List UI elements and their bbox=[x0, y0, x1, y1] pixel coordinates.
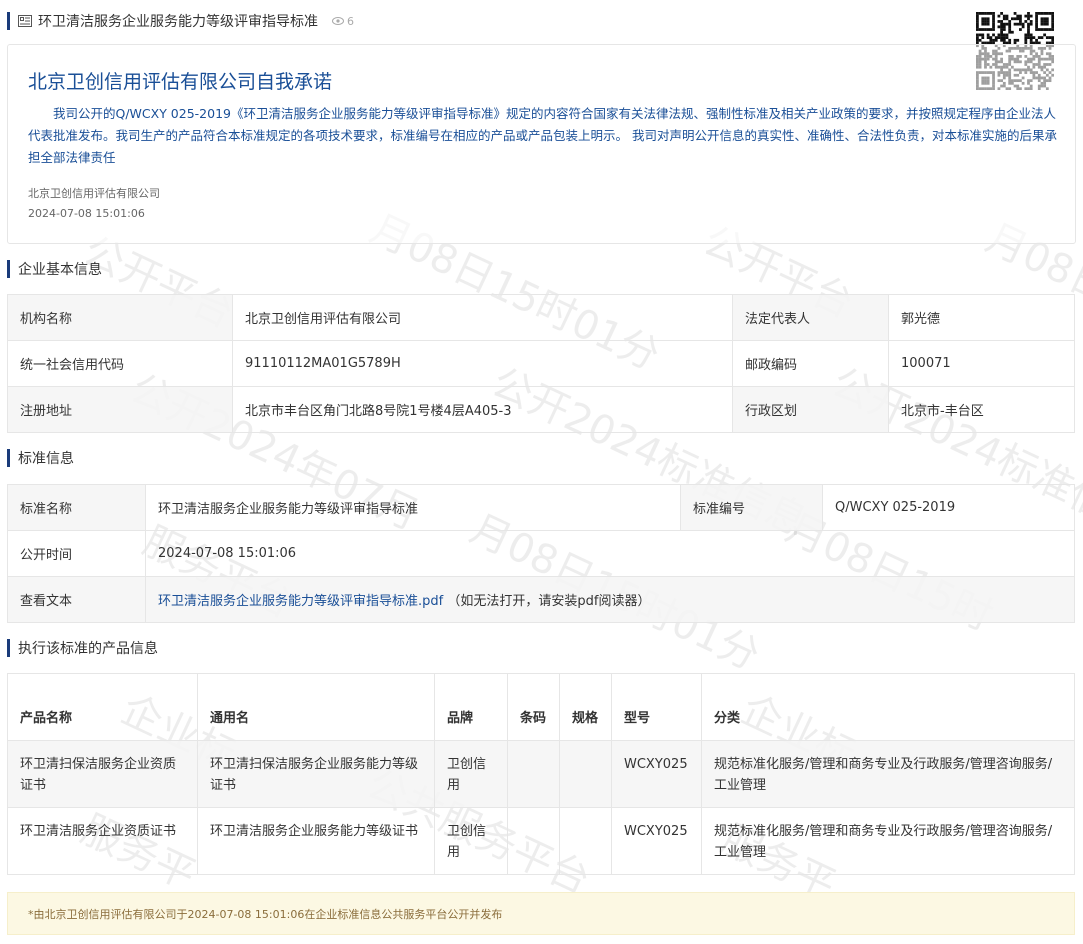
standard-number-label: 标准编号 bbox=[680, 484, 823, 531]
product-brand: 卫创信用 bbox=[434, 807, 508, 875]
section-bar bbox=[7, 639, 10, 657]
address-value: 北京市丰台区角门北路8号院1号楼4层A405-3 bbox=[232, 386, 733, 433]
view-text-label: 查看文本 bbox=[7, 576, 146, 623]
product-spec bbox=[559, 740, 612, 808]
table-row: 查看文本 环卫清洁服务企业服务能力等级评审指导标准.pdf （如无法打开，请安装… bbox=[7, 576, 1075, 623]
commitment-time: 2024-07-08 15:01:06 bbox=[28, 207, 145, 220]
col-header-product-name: 产品名称 bbox=[7, 673, 198, 741]
standard-pdf-link[interactable]: 环卫清洁服务企业服务能力等级评审指导标准.pdf bbox=[158, 594, 443, 609]
org-name-value: 北京卫创信用评估有限公司 bbox=[232, 294, 733, 341]
pdf-reader-note: （如无法打开，请安装pdf阅读器） bbox=[447, 594, 651, 609]
publish-time-label: 公开时间 bbox=[7, 530, 146, 577]
standard-name-label: 标准名称 bbox=[7, 484, 146, 531]
view-count: 6 bbox=[332, 15, 354, 28]
address-label: 注册地址 bbox=[7, 386, 233, 433]
standard-name-value: 环卫清洁服务企业服务能力等级评审指导标准 bbox=[145, 484, 681, 531]
product-common-name: 环卫清扫保洁服务企业服务能力等级证书 bbox=[197, 740, 435, 808]
table-row: 机构名称 北京卫创信用评估有限公司 法定代表人 郭光德 bbox=[7, 294, 1075, 341]
section-basic-info: 企业基本信息 bbox=[7, 258, 102, 280]
legal-rep-value: 郭光德 bbox=[888, 294, 1075, 341]
basic-info-table: 机构名称 北京卫创信用评估有限公司 法定代表人 郭光德 统一社会信用代码 911… bbox=[7, 294, 1075, 433]
col-header-brand: 品牌 bbox=[434, 673, 508, 741]
section-title: 企业基本信息 bbox=[18, 262, 102, 278]
product-category: 规范标准化服务/管理和商务专业及行政服务/管理咨询服务/工业管理 bbox=[701, 740, 1075, 808]
col-header-model: 型号 bbox=[611, 673, 702, 741]
col-header-common-name: 通用名 bbox=[197, 673, 435, 741]
table-row: 公开时间 2024-07-08 15:01:06 bbox=[7, 530, 1075, 577]
postal-value: 100071 bbox=[888, 340, 1075, 387]
credit-code-label: 统一社会信用代码 bbox=[7, 340, 233, 387]
publish-time-value: 2024-07-08 15:01:06 bbox=[145, 530, 1075, 577]
products-table: 产品名称 通用名 品牌 条码 规格 型号 分类 环卫清扫保洁服务企业资质证书 环… bbox=[7, 673, 1075, 875]
document-icon bbox=[18, 15, 32, 27]
col-header-category: 分类 bbox=[701, 673, 1075, 741]
view-text-cell: 环卫清洁服务企业服务能力等级评审指导标准.pdf （如无法打开，请安装pdf阅读… bbox=[145, 576, 1075, 623]
legal-rep-label: 法定代表人 bbox=[732, 294, 889, 341]
table-row: 标准名称 环卫清洁服务企业服务能力等级评审指导标准 标准编号 Q/WCXY 02… bbox=[7, 484, 1075, 531]
table-row: 统一社会信用代码 91110112MA01G5789H 邮政编码 100071 bbox=[7, 340, 1075, 387]
district-value: 北京市-丰台区 bbox=[888, 386, 1075, 433]
product-brand: 卫创信用 bbox=[434, 740, 508, 808]
commitment-company: 北京卫创信用评估有限公司 bbox=[28, 187, 160, 200]
section-bar bbox=[7, 449, 10, 467]
section-standard-info: 标准信息 bbox=[7, 447, 74, 469]
org-name-label: 机构名称 bbox=[7, 294, 233, 341]
product-model: WCXY025 bbox=[611, 740, 702, 808]
table-row: 环卫清洁服务企业资质证书 环卫清洁服务企业服务能力等级证书 卫创信用 WCXY0… bbox=[7, 807, 1075, 875]
table-row: 注册地址 北京市丰台区角门北路8号院1号楼4层A405-3 行政区划 北京市-丰… bbox=[7, 386, 1075, 433]
product-spec bbox=[559, 807, 612, 875]
commitment-title: 北京卫创信用评估有限公司自我承诺 bbox=[28, 71, 333, 93]
product-model: WCXY025 bbox=[611, 807, 702, 875]
section-title: 执行该标准的产品信息 bbox=[18, 641, 158, 657]
standard-number-value: Q/WCXY 025-2019 bbox=[822, 484, 1075, 531]
credit-code-value: 91110112MA01G5789H bbox=[232, 340, 733, 387]
postal-label: 邮政编码 bbox=[732, 340, 889, 387]
district-label: 行政区划 bbox=[732, 386, 889, 433]
page-header: 环卫清洁服务企业服务能力等级评审指导标准 6 bbox=[7, 10, 354, 32]
section-title: 标准信息 bbox=[18, 451, 74, 467]
commitment-panel: 北京卫创信用评估有限公司自我承诺 我司公开的Q/WCXY 025-2019《环卫… bbox=[7, 44, 1076, 244]
product-common-name: 环卫清洁服务企业服务能力等级证书 bbox=[197, 807, 435, 875]
col-header-spec: 规格 bbox=[559, 673, 612, 741]
page-title: 环卫清洁服务企业服务能力等级评审指导标准 bbox=[38, 14, 318, 30]
col-header-barcode: 条码 bbox=[507, 673, 560, 741]
standard-info-table: 标准名称 环卫清洁服务企业服务能力等级评审指导标准 标准编号 Q/WCXY 02… bbox=[7, 484, 1075, 623]
product-barcode bbox=[507, 740, 560, 808]
product-name: 环卫清洁服务企业资质证书 bbox=[7, 807, 198, 875]
section-products: 执行该标准的产品信息 bbox=[7, 637, 158, 659]
publish-notice: *由北京卫创信用评估有限公司于2024-07-08 15:01:06在企业标准信… bbox=[7, 892, 1075, 935]
product-category: 规范标准化服务/管理和商务专业及行政服务/管理咨询服务/工业管理 bbox=[701, 807, 1075, 875]
table-header-row: 产品名称 通用名 品牌 条码 规格 型号 分类 bbox=[7, 673, 1075, 741]
commitment-text: 我司公开的Q/WCXY 025-2019《环卫清洁服务企业服务能力等级评审指导标… bbox=[28, 106, 1057, 165]
eye-icon bbox=[332, 17, 344, 25]
table-row: 环卫清扫保洁服务企业资质证书 环卫清扫保洁服务企业服务能力等级证书 卫创信用 W… bbox=[7, 740, 1075, 808]
product-name: 环卫清扫保洁服务企业资质证书 bbox=[7, 740, 198, 808]
product-barcode bbox=[507, 807, 560, 875]
section-bar bbox=[7, 12, 10, 30]
view-count-value: 6 bbox=[347, 14, 354, 28]
section-bar bbox=[7, 260, 10, 278]
